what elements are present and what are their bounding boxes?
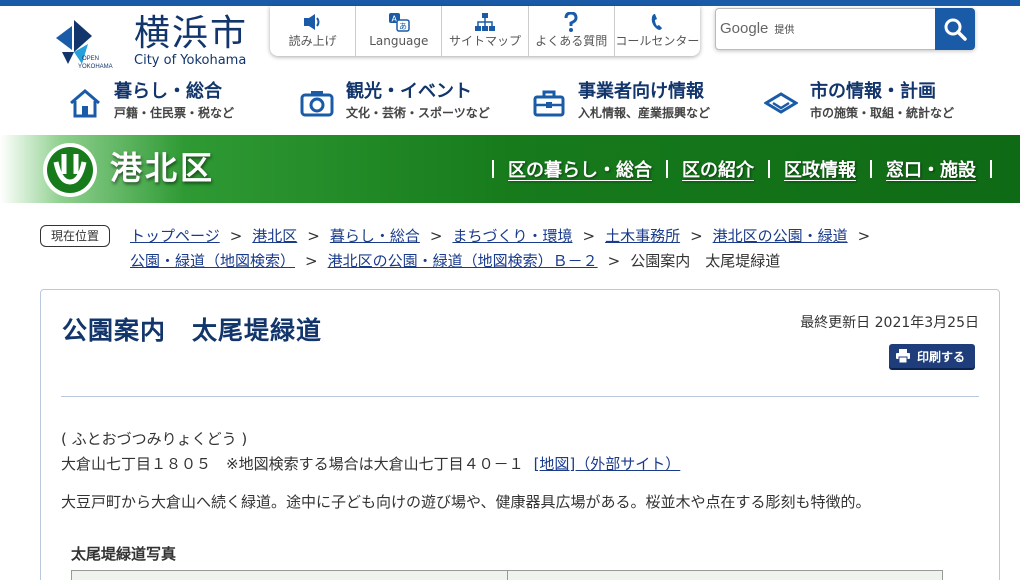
park-reading: ( ふとおづつみりょくどう )	[61, 430, 248, 448]
nav-title: 市の情報・計画	[810, 81, 936, 102]
nav-separator	[768, 160, 770, 178]
photo-cell	[507, 571, 942, 580]
building-icon	[764, 92, 798, 114]
photo-cell	[72, 571, 508, 580]
nav-subtitle: 市の施策・取組・統計など	[810, 106, 955, 120]
breadcrumb-link[interactable]: 土木事務所	[605, 227, 680, 245]
main-navigation: 暮らし・総合 戸籍・住民票・税など 観光・イベント 文化・芸術・スポーツなど 事…	[60, 78, 1000, 130]
nav-separator	[870, 160, 872, 178]
breadcrumb-link[interactable]: まちづくり・環境	[452, 227, 572, 245]
tool-label: よくある質問	[535, 34, 608, 48]
park-description: 大豆戸町から大倉山へ続く緑道。途中に子ども向けの遊び場や、健康器具広場がある。桜…	[61, 493, 871, 511]
ward-navigation: 区の暮らし・総合 区の紹介 区政情報 窓口・施設	[478, 155, 1006, 183]
ward-name: 港北区	[110, 149, 216, 187]
breadcrumb-link[interactable]: 公園・緑道（地図検索）	[130, 252, 295, 270]
nav-title: 事業者向け情報	[578, 81, 704, 102]
breadcrumb-link[interactable]: 港北区	[252, 227, 297, 245]
tool-label: Language	[369, 34, 429, 48]
city-logo[interactable]: OPEN YOKOHAMA 横浜市 City of Yokohama	[52, 12, 252, 74]
site-search: Google 提供	[715, 8, 975, 50]
logo-subtitle: City of Yokohama	[134, 53, 247, 68]
breadcrumb-link[interactable]: 港北区の公園・緑道（地図検索）Ｂ－２	[328, 252, 598, 270]
briefcase-icon	[533, 90, 565, 117]
ward-banner: 港北区 区の暮らし・総合 区の紹介 区政情報 窓口・施設	[0, 135, 1020, 203]
print-button[interactable]: 印刷する	[889, 344, 975, 368]
nav-separator	[492, 160, 494, 178]
tool-label: サイトマップ	[449, 34, 522, 48]
photo-heading: 太尾堤緑道写真	[71, 545, 177, 563]
map-link[interactable]: [地図]（外部サイト）	[534, 455, 681, 473]
language-button[interactable]: Aあ Language	[356, 6, 443, 56]
svg-text:OPEN: OPEN	[82, 56, 99, 62]
main-content: 公園案内 太尾堤緑道 最終更新日 2021年3月25日 印刷する ( ふとおづつ…	[40, 289, 1000, 580]
faq-button[interactable]: よくある質問	[529, 6, 615, 56]
search-icon	[944, 18, 967, 41]
speaker-icon	[303, 14, 320, 30]
call-center-button[interactable]: コールセンター	[615, 6, 700, 56]
ward-link-living[interactable]: 区の暮らし・総合	[508, 156, 652, 182]
utility-toolbar: 読み上げ Aあ Language サイトマップ よくある質問 コールセンター	[270, 6, 700, 56]
sitemap-icon	[475, 13, 495, 31]
address-text: 大倉山七丁目１８０５ ※地図検索する場合は大倉山七丁目４０－１	[61, 455, 524, 473]
breadcrumb-link[interactable]: 暮らし・総合	[330, 227, 420, 245]
page-title: 公園案内 太尾堤緑道	[62, 316, 323, 345]
divider	[61, 396, 979, 397]
logo-title: 横浜市	[134, 13, 249, 54]
breadcrumb-link[interactable]: 港北区の公園・緑道	[713, 227, 848, 245]
tool-label: コールセンター	[615, 34, 700, 48]
read-aloud-button[interactable]: 読み上げ	[270, 6, 357, 56]
nav-separator	[990, 160, 992, 178]
camera-icon	[300, 91, 334, 117]
search-input[interactable]	[718, 11, 936, 47]
print-label: 印刷する	[917, 349, 966, 364]
nav-subtitle: 戸籍・住民票・税など	[114, 106, 235, 120]
ward-link-administration[interactable]: 区政情報	[784, 156, 856, 182]
breadcrumb: トップページ > 港北区 > 暮らし・総合 > まちづくり・環境 > 土木事務所 > 港北区の公園・…	[130, 227, 871, 270]
nav-separator	[666, 160, 668, 178]
svg-text:あ: あ	[399, 22, 407, 31]
nav-subtitle: 入札情報、産業振興など	[578, 106, 711, 120]
printer-icon	[896, 349, 910, 363]
current-location-badge: 現在位置	[40, 225, 110, 247]
tool-label: 読み上げ	[288, 34, 337, 48]
nav-title: 暮らし・総合	[114, 81, 222, 102]
phone-icon	[652, 14, 663, 30]
breadcrumb-link[interactable]: トップページ	[130, 227, 220, 245]
kohoku-emblem-icon[interactable]	[42, 142, 98, 198]
breadcrumb-current: 公園案内 太尾堤緑道	[630, 252, 781, 270]
park-address: 大倉山七丁目１８０５ ※地図検索する場合は大倉山七丁目４０－１ [地図]（外部サイ…	[61, 454, 680, 474]
ward-link-facilities[interactable]: 窓口・施設	[886, 156, 976, 182]
question-icon	[564, 12, 578, 32]
nav-title: 観光・イベント	[346, 81, 472, 102]
house-icon	[70, 89, 100, 118]
photo-table	[71, 570, 943, 580]
open-yokohama-logo-icon: OPEN YOKOHAMA	[56, 20, 113, 70]
search-button[interactable]	[935, 8, 975, 50]
last-updated: 最終更新日 2021年3月25日	[800, 315, 979, 331]
nav-subtitle: 文化・芸術・スポーツなど	[346, 106, 490, 120]
svg-text:YOKOHAMA: YOKOHAMA	[78, 64, 113, 70]
language-icon: Aあ	[388, 13, 410, 32]
ward-link-introduction[interactable]: 区の紹介	[682, 156, 754, 182]
sitemap-button[interactable]: サイトマップ	[442, 6, 529, 56]
